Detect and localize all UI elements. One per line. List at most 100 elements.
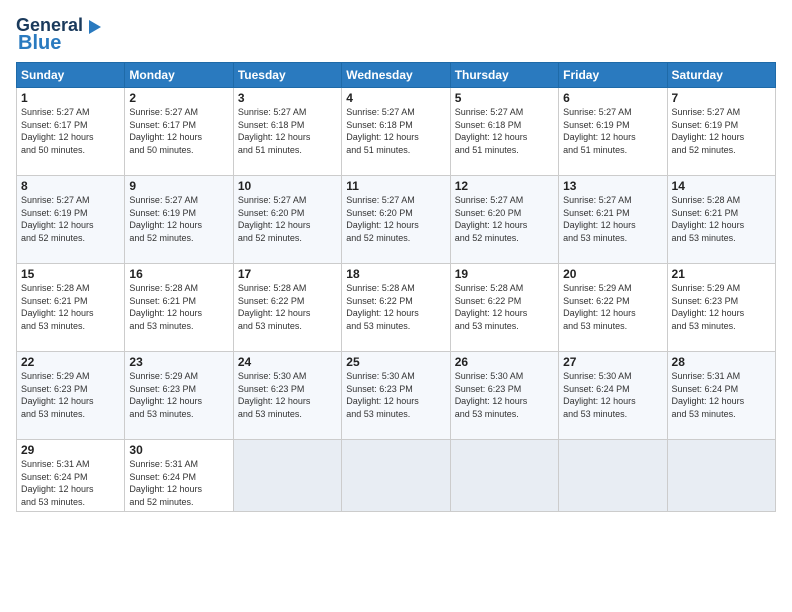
- day-info: Sunrise: 5:28 AM Sunset: 6:21 PM Dayligh…: [672, 194, 771, 244]
- day-number: 17: [238, 267, 337, 281]
- day-number: 24: [238, 355, 337, 369]
- day-number: 26: [455, 355, 554, 369]
- day-info: Sunrise: 5:29 AM Sunset: 6:22 PM Dayligh…: [563, 282, 662, 332]
- calendar-cell: 22Sunrise: 5:29 AM Sunset: 6:23 PM Dayli…: [17, 352, 125, 440]
- day-info: Sunrise: 5:30 AM Sunset: 6:23 PM Dayligh…: [455, 370, 554, 420]
- day-number: 23: [129, 355, 228, 369]
- day-number: 18: [346, 267, 445, 281]
- calendar-cell: 24Sunrise: 5:30 AM Sunset: 6:23 PM Dayli…: [233, 352, 341, 440]
- day-number: 16: [129, 267, 228, 281]
- day-info: Sunrise: 5:27 AM Sunset: 6:19 PM Dayligh…: [129, 194, 228, 244]
- day-info: Sunrise: 5:27 AM Sunset: 6:18 PM Dayligh…: [238, 106, 337, 156]
- day-info: Sunrise: 5:28 AM Sunset: 6:22 PM Dayligh…: [346, 282, 445, 332]
- day-number: 20: [563, 267, 662, 281]
- calendar-cell: 12Sunrise: 5:27 AM Sunset: 6:20 PM Dayli…: [450, 176, 558, 264]
- day-number: 5: [455, 91, 554, 105]
- day-info: Sunrise: 5:30 AM Sunset: 6:23 PM Dayligh…: [238, 370, 337, 420]
- day-info: Sunrise: 5:31 AM Sunset: 6:24 PM Dayligh…: [129, 458, 228, 508]
- calendar-cell: 6Sunrise: 5:27 AM Sunset: 6:19 PM Daylig…: [559, 88, 667, 176]
- calendar-cell: [559, 440, 667, 512]
- day-info: Sunrise: 5:30 AM Sunset: 6:23 PM Dayligh…: [346, 370, 445, 420]
- calendar-week-row: 15Sunrise: 5:28 AM Sunset: 6:21 PM Dayli…: [17, 264, 776, 352]
- calendar-cell: 25Sunrise: 5:30 AM Sunset: 6:23 PM Dayli…: [342, 352, 450, 440]
- day-number: 21: [672, 267, 771, 281]
- day-info: Sunrise: 5:29 AM Sunset: 6:23 PM Dayligh…: [672, 282, 771, 332]
- day-number: 10: [238, 179, 337, 193]
- day-number: 8: [21, 179, 120, 193]
- weekday-header: Tuesday: [233, 63, 341, 88]
- day-number: 25: [346, 355, 445, 369]
- day-number: 19: [455, 267, 554, 281]
- day-info: Sunrise: 5:27 AM Sunset: 6:19 PM Dayligh…: [672, 106, 771, 156]
- day-info: Sunrise: 5:30 AM Sunset: 6:24 PM Dayligh…: [563, 370, 662, 420]
- day-info: Sunrise: 5:27 AM Sunset: 6:21 PM Dayligh…: [563, 194, 662, 244]
- weekday-header: Friday: [559, 63, 667, 88]
- day-number: 9: [129, 179, 228, 193]
- calendar-cell: 3Sunrise: 5:27 AM Sunset: 6:18 PM Daylig…: [233, 88, 341, 176]
- logo: General Blue: [16, 16, 103, 54]
- calendar-cell: 30Sunrise: 5:31 AM Sunset: 6:24 PM Dayli…: [125, 440, 233, 512]
- calendar-week-row: 22Sunrise: 5:29 AM Sunset: 6:23 PM Dayli…: [17, 352, 776, 440]
- calendar-cell: [667, 440, 775, 512]
- logo-icon: [85, 18, 103, 36]
- day-number: 28: [672, 355, 771, 369]
- calendar-week-row: 29Sunrise: 5:31 AM Sunset: 6:24 PM Dayli…: [17, 440, 776, 512]
- calendar-week-row: 8Sunrise: 5:27 AM Sunset: 6:19 PM Daylig…: [17, 176, 776, 264]
- day-number: 15: [21, 267, 120, 281]
- day-number: 4: [346, 91, 445, 105]
- day-info: Sunrise: 5:29 AM Sunset: 6:23 PM Dayligh…: [129, 370, 228, 420]
- logo-blue: Blue: [18, 32, 61, 54]
- calendar-cell: 17Sunrise: 5:28 AM Sunset: 6:22 PM Dayli…: [233, 264, 341, 352]
- day-number: 29: [21, 443, 120, 457]
- calendar-cell: 10Sunrise: 5:27 AM Sunset: 6:20 PM Dayli…: [233, 176, 341, 264]
- calendar-cell: 21Sunrise: 5:29 AM Sunset: 6:23 PM Dayli…: [667, 264, 775, 352]
- day-info: Sunrise: 5:31 AM Sunset: 6:24 PM Dayligh…: [672, 370, 771, 420]
- calendar-cell: 7Sunrise: 5:27 AM Sunset: 6:19 PM Daylig…: [667, 88, 775, 176]
- calendar-cell: 19Sunrise: 5:28 AM Sunset: 6:22 PM Dayli…: [450, 264, 558, 352]
- day-info: Sunrise: 5:27 AM Sunset: 6:20 PM Dayligh…: [455, 194, 554, 244]
- day-info: Sunrise: 5:28 AM Sunset: 6:22 PM Dayligh…: [238, 282, 337, 332]
- calendar-header-row: SundayMondayTuesdayWednesdayThursdayFrid…: [17, 63, 776, 88]
- calendar-cell: 2Sunrise: 5:27 AM Sunset: 6:17 PM Daylig…: [125, 88, 233, 176]
- day-number: 30: [129, 443, 228, 457]
- day-number: 2: [129, 91, 228, 105]
- calendar-cell: 4Sunrise: 5:27 AM Sunset: 6:18 PM Daylig…: [342, 88, 450, 176]
- calendar-cell: 27Sunrise: 5:30 AM Sunset: 6:24 PM Dayli…: [559, 352, 667, 440]
- weekday-header: Saturday: [667, 63, 775, 88]
- calendar-cell: 29Sunrise: 5:31 AM Sunset: 6:24 PM Dayli…: [17, 440, 125, 512]
- calendar-table: SundayMondayTuesdayWednesdayThursdayFrid…: [16, 62, 776, 512]
- day-number: 12: [455, 179, 554, 193]
- day-info: Sunrise: 5:27 AM Sunset: 6:19 PM Dayligh…: [563, 106, 662, 156]
- calendar-cell: [342, 440, 450, 512]
- calendar-cell: [233, 440, 341, 512]
- day-number: 11: [346, 179, 445, 193]
- calendar-cell: 18Sunrise: 5:28 AM Sunset: 6:22 PM Dayli…: [342, 264, 450, 352]
- day-number: 14: [672, 179, 771, 193]
- calendar-cell: 5Sunrise: 5:27 AM Sunset: 6:18 PM Daylig…: [450, 88, 558, 176]
- day-info: Sunrise: 5:27 AM Sunset: 6:17 PM Dayligh…: [129, 106, 228, 156]
- day-info: Sunrise: 5:27 AM Sunset: 6:20 PM Dayligh…: [346, 194, 445, 244]
- calendar-cell: 28Sunrise: 5:31 AM Sunset: 6:24 PM Dayli…: [667, 352, 775, 440]
- calendar-cell: 23Sunrise: 5:29 AM Sunset: 6:23 PM Dayli…: [125, 352, 233, 440]
- day-info: Sunrise: 5:29 AM Sunset: 6:23 PM Dayligh…: [21, 370, 120, 420]
- day-number: 13: [563, 179, 662, 193]
- weekday-header: Thursday: [450, 63, 558, 88]
- day-number: 7: [672, 91, 771, 105]
- calendar-cell: 20Sunrise: 5:29 AM Sunset: 6:22 PM Dayli…: [559, 264, 667, 352]
- day-info: Sunrise: 5:27 AM Sunset: 6:17 PM Dayligh…: [21, 106, 120, 156]
- calendar-cell: 26Sunrise: 5:30 AM Sunset: 6:23 PM Dayli…: [450, 352, 558, 440]
- calendar-cell: 11Sunrise: 5:27 AM Sunset: 6:20 PM Dayli…: [342, 176, 450, 264]
- header: General Blue: [16, 16, 776, 54]
- day-info: Sunrise: 5:27 AM Sunset: 6:18 PM Dayligh…: [346, 106, 445, 156]
- day-info: Sunrise: 5:27 AM Sunset: 6:19 PM Dayligh…: [21, 194, 120, 244]
- calendar-cell: 9Sunrise: 5:27 AM Sunset: 6:19 PM Daylig…: [125, 176, 233, 264]
- day-number: 1: [21, 91, 120, 105]
- day-number: 27: [563, 355, 662, 369]
- day-number: 3: [238, 91, 337, 105]
- day-info: Sunrise: 5:31 AM Sunset: 6:24 PM Dayligh…: [21, 458, 120, 508]
- day-info: Sunrise: 5:28 AM Sunset: 6:21 PM Dayligh…: [21, 282, 120, 332]
- calendar-cell: 14Sunrise: 5:28 AM Sunset: 6:21 PM Dayli…: [667, 176, 775, 264]
- calendar-cell: 16Sunrise: 5:28 AM Sunset: 6:21 PM Dayli…: [125, 264, 233, 352]
- day-info: Sunrise: 5:28 AM Sunset: 6:22 PM Dayligh…: [455, 282, 554, 332]
- day-number: 6: [563, 91, 662, 105]
